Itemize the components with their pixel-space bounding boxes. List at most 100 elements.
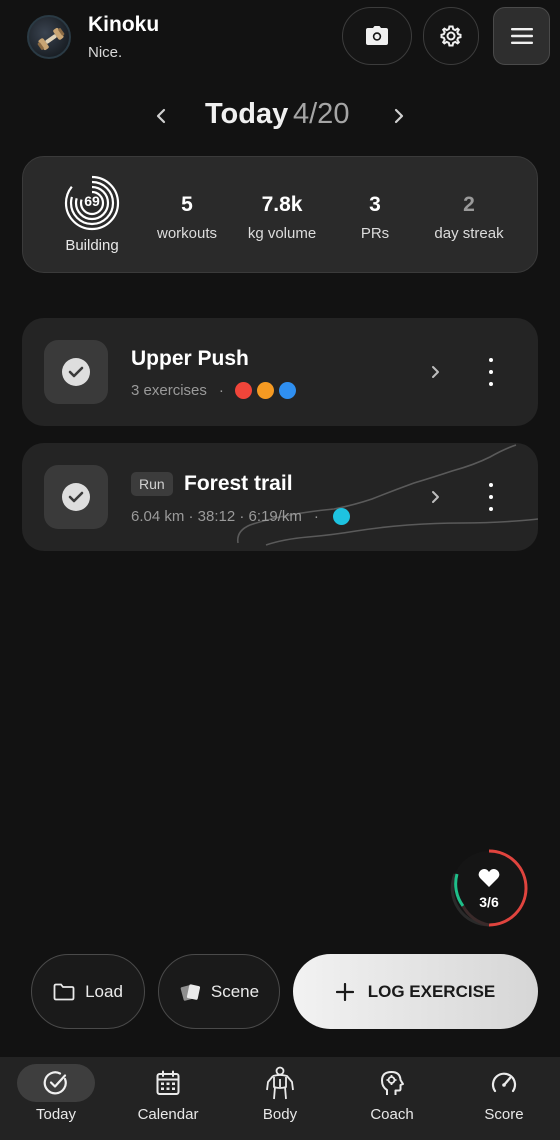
stat-label: kg volume [247,225,317,242]
workout-title: Upper Push [131,347,249,370]
settings-button[interactable] [423,7,479,65]
kebab-dot [489,370,493,374]
gauge-icon [491,1072,517,1093]
more-options-button[interactable] [482,358,500,386]
stat-prs: 3 PRs [345,193,405,242]
date-label: Today [205,98,289,130]
date-navigator: Today 4/20 [0,95,560,139]
nav-tab-body[interactable]: Body [230,1063,330,1137]
nav-icon-wrap [454,1063,554,1103]
load-label: Load [85,981,123,1001]
nav-icon-wrap [6,1063,106,1103]
folder-icon [53,983,75,1001]
check-circle-icon [62,358,90,386]
log-exercise-label: LOG EXERCISE [367,981,496,1001]
kebab-dot [489,382,493,386]
user-subtitle: Nice. [88,44,123,61]
stat-label: day streak [434,225,504,242]
stat-label: PRs [360,225,390,242]
exercise-count: 3 exercises [131,382,207,399]
chevron-right-icon [431,491,439,503]
kebab-dot [489,483,493,487]
nav-label: Body [262,1106,298,1123]
nav-tab-today[interactable]: Today [6,1063,106,1137]
nav-tab-score[interactable]: Score [454,1063,554,1137]
nav-icon-wrap [342,1063,442,1103]
stat-label: workouts [156,225,218,242]
calendar-icon [156,1070,180,1095]
workout-card-upper-push[interactable]: Upper Push 3 exercises · [22,318,538,426]
camera-button[interactable] [342,7,412,65]
open-workout-button[interactable] [426,485,444,509]
chevron-right-icon [394,108,404,124]
more-options-button[interactable] [482,483,500,511]
activity-dot-cyan [332,508,350,525]
user-name: Kinoku [88,13,160,36]
coach-head-icon [381,1071,404,1095]
stat-value: 5 [181,193,193,216]
nav-icon-wrap [118,1063,218,1103]
hamburger-menu-icon [510,28,533,44]
heart-progress-ring [450,849,528,927]
separator-dot: · [313,508,319,525]
workout-title: Forest trail [184,472,293,495]
stat-value: 7.8k [261,193,303,216]
active-tab-indicator [17,1064,95,1102]
nav-label: Score [484,1106,524,1123]
daily-stats-card[interactable]: 69 Building 5 workouts 7.8k kg volume 3 … [22,156,538,273]
app-header: Kinoku Nice. [0,0,560,76]
heart-icon [478,869,500,887]
activity-type-tag: Run [131,472,173,496]
scene-button[interactable]: Scene [158,954,280,1029]
nav-label: Coach [370,1106,414,1123]
muscle-dot-orange [256,382,274,399]
scene-label: Scene [210,981,260,1001]
kebab-dot [489,358,493,362]
date-value: 4/20 [293,98,350,130]
log-exercise-button[interactable]: LOG EXERCISE [293,954,538,1029]
camera-icon [366,26,388,45]
previous-day-button[interactable] [150,101,172,131]
muscle-dot-red [234,382,252,399]
open-workout-button[interactable] [426,360,444,384]
nav-label: Today [35,1106,77,1123]
workout-subtitle: 6.04 km · 38:12 · 6:19/km · [131,508,355,525]
next-day-button[interactable] [388,101,410,131]
plus-icon [335,982,354,1001]
score-label: Building [65,237,119,254]
check-circle-icon [43,1071,67,1095]
stat-value: 3 [369,193,381,216]
chevron-left-icon [156,108,166,124]
chevron-right-icon [431,366,439,378]
avatar[interactable] [27,15,71,59]
workout-card-forest-trail[interactable]: Run Forest trail 6.04 km · 38:12 · 6:19/… [22,443,538,551]
stat-volume: 7.8k kg volume [237,193,327,242]
load-button[interactable]: Load [31,954,145,1029]
gear-icon [440,25,462,47]
scene-cards-icon [179,982,201,1002]
heart-progress-badge[interactable]: 3/6 [449,848,529,928]
heart-count: 3/6 [479,894,499,910]
bottom-navigation: Today Calendar Body Coach Score [0,1057,560,1140]
nav-tab-calendar[interactable]: Calendar [118,1063,218,1137]
separator-dot: · [218,382,224,399]
kebab-dot [489,507,493,511]
completed-checkbox[interactable] [44,340,108,404]
score-value: 69 [84,193,100,209]
completed-checkbox[interactable] [44,465,108,529]
kebab-dot [489,495,493,499]
nav-icon-wrap [230,1063,330,1103]
dumbbell-icon [37,27,65,51]
stat-workouts: 5 workouts [147,193,227,242]
stat-streak: 2 day streak [425,193,513,242]
score-ring: 69 [64,175,120,231]
nav-tab-coach[interactable]: Coach [342,1063,442,1137]
muscle-dot-blue [278,382,296,399]
nav-label: Calendar [137,1106,199,1123]
check-circle-icon [62,483,90,511]
body-icon [266,1066,294,1100]
menu-button[interactable] [493,7,550,65]
workout-subtitle: 3 exercises · [131,382,301,399]
run-summary: 6.04 km · 38:12 · 6:19/km [131,508,302,525]
stat-value: 2 [463,193,475,216]
